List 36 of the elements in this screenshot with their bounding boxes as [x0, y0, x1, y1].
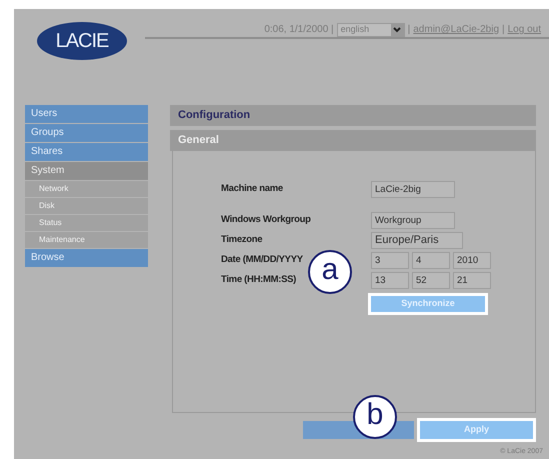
separator-text: |: [408, 23, 410, 37]
field-label: Machine name: [221, 182, 284, 196]
sidebar-subitem[interactable]: Network: [25, 181, 148, 197]
language-select[interactable]: english: [336, 22, 405, 36]
field-label: Date (MM/DD/YYYY: [221, 252, 304, 267]
input-field[interactable]: 13: [371, 272, 409, 288]
field-label: Timezone: [221, 232, 264, 247]
panel-title: Configuration: [170, 105, 536, 126]
input-field[interactable]: LaCie-2big: [371, 180, 455, 198]
input-field[interactable]: 52: [412, 272, 450, 288]
field-label: Windows Workgroup: [221, 212, 312, 227]
separator-text: |: [502, 23, 505, 37]
input-field[interactable]: Workgroup: [371, 212, 455, 228]
input-field[interactable]: 4: [412, 252, 450, 268]
apply-button[interactable]: Apply: [417, 418, 536, 442]
user-link[interactable]: admin@LaCie-2big: [413, 22, 500, 37]
input-field[interactable]: 21: [453, 272, 491, 288]
sidebar-item[interactable]: Users: [25, 105, 148, 123]
sidebar-item[interactable]: Groups: [25, 124, 148, 142]
callout-marker: b: [353, 395, 397, 439]
clock-text: 0:06, 1/1/2000 |: [264, 23, 334, 37]
sidebar-item[interactable]: Browse: [25, 249, 148, 267]
input-field[interactable]: Europe/Paris: [371, 232, 463, 248]
input-field[interactable]: 3: [371, 252, 409, 268]
sidebar-subitem[interactable]: Status: [25, 215, 148, 231]
sidebar-item[interactable]: Shares: [25, 143, 148, 161]
sidebar-item[interactable]: System: [25, 162, 148, 180]
logo: LACIE: [37, 22, 127, 60]
callout-marker: a: [308, 250, 352, 294]
logout-link[interactable]: Log out: [508, 22, 541, 37]
input-field[interactable]: 2010: [453, 252, 491, 268]
section-header: General: [170, 130, 536, 151]
synchronize-button[interactable]: Synchronize: [368, 292, 488, 315]
field-label: Time (HH:MM:SS): [221, 272, 298, 287]
sidebar-subitem[interactable]: Maintenance: [25, 232, 148, 248]
sidebar-subitem[interactable]: Disk: [25, 198, 148, 214]
